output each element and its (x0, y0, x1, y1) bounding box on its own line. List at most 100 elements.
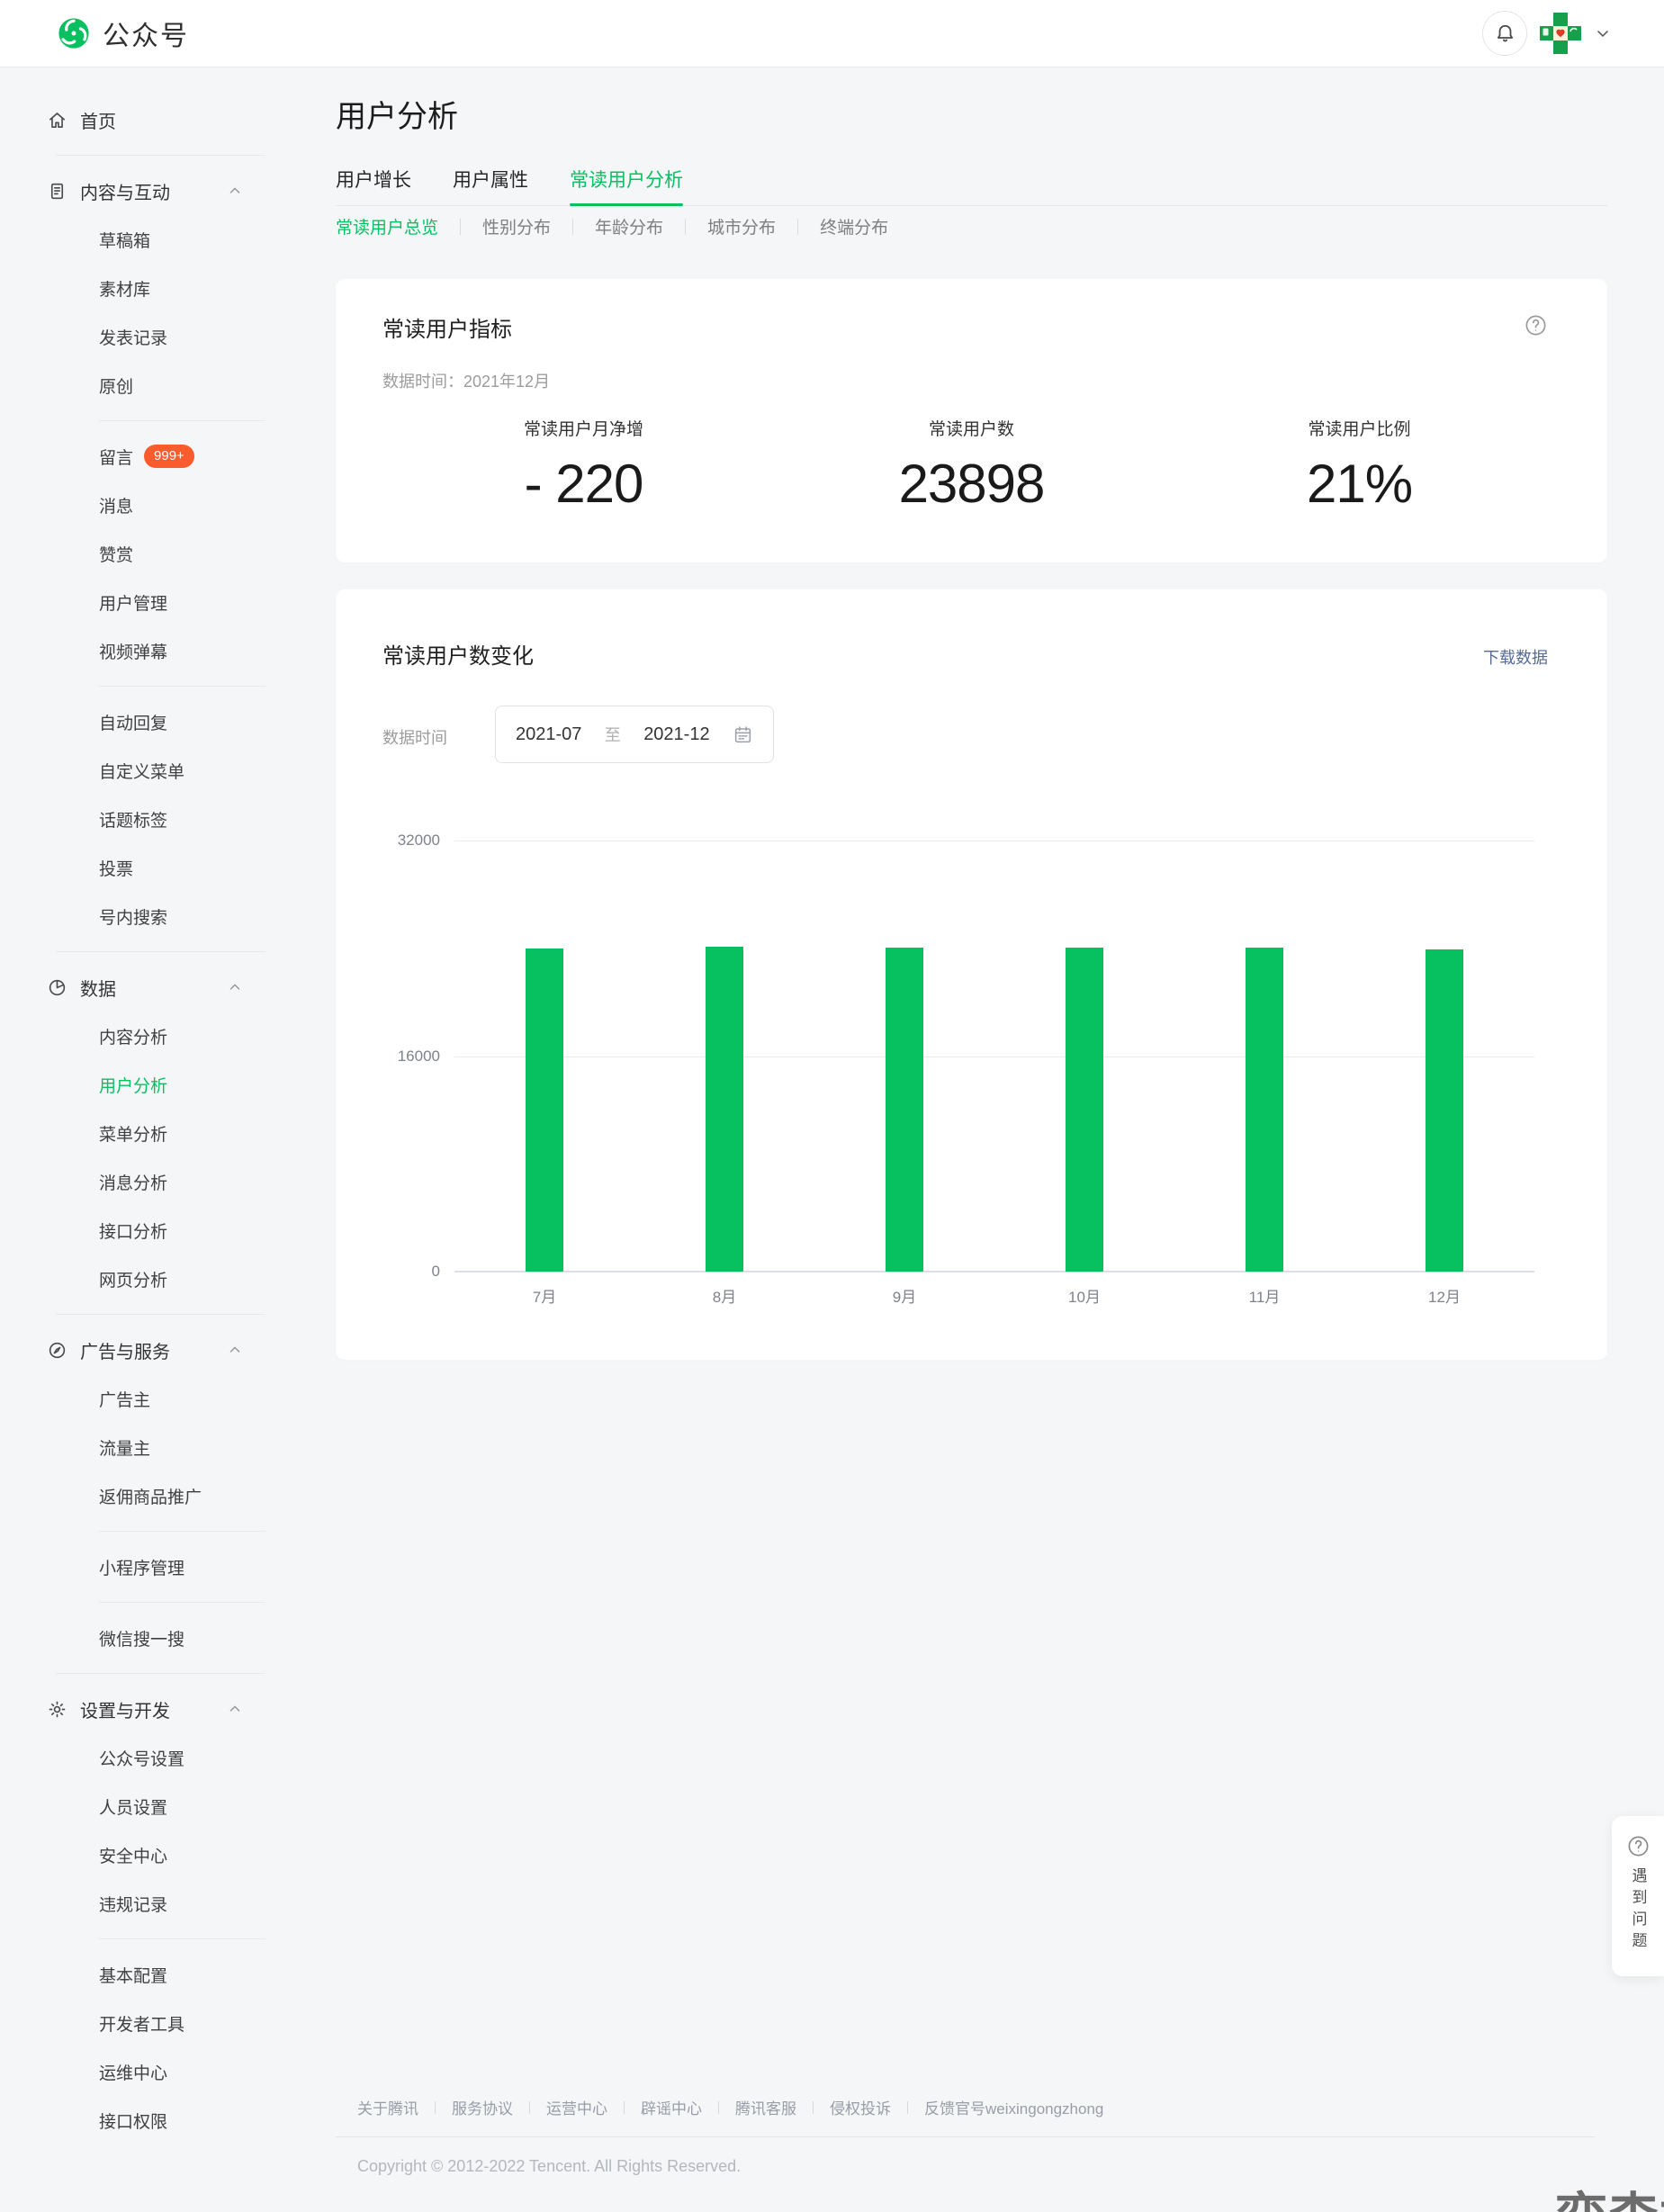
subtab-3[interactable]: 城市分布 (707, 214, 776, 238)
tab-0[interactable]: 用户增长 (336, 166, 411, 193)
data-time: 数据时间：2021年12月 (382, 369, 550, 392)
sidebar-item-data-4[interactable]: 接口分析 (0, 1206, 266, 1254)
help-floating-button[interactable]: 遇到问题 (1612, 1816, 1664, 1976)
sidebar-section-data[interactable]: 数据 (0, 963, 266, 1012)
sidebar-section-content-interaction[interactable]: 内容与互动 (0, 166, 266, 215)
sidebar-item-data-2[interactable]: 菜单分析 (0, 1109, 266, 1157)
sidebar-item-label: 投票 (99, 856, 133, 880)
chart-bar-3 (1066, 948, 1103, 1272)
sidebar-item-label: 菜单分析 (99, 1121, 167, 1146)
content-icon (47, 181, 67, 202)
x-axis-label-5: 12月 (1428, 1284, 1461, 1307)
sidebar-item-content-interaction-0[interactable]: 草稿箱 (0, 215, 266, 264)
sidebar-group-divider (56, 1314, 265, 1315)
calendar-icon[interactable] (733, 724, 753, 745)
footer-link-3[interactable]: 辟谣中心 (641, 2096, 702, 2118)
sidebar-item-data-5[interactable]: 网页分析 (0, 1254, 266, 1303)
chart-card-title: 常读用户数变化 (382, 638, 534, 670)
sidebar-item-settings-dev-3[interactable]: 违规记录 (0, 1879, 266, 1928)
sidebar-item-data-0[interactable]: 内容分析 (0, 1012, 266, 1060)
footer-link-0[interactable]: 关于腾讯 (357, 2096, 418, 2118)
subtab-4[interactable]: 终端分布 (820, 214, 888, 238)
metric-value: - 220 (390, 453, 778, 515)
sidebar-item-data-1[interactable]: 用户分析 (0, 1060, 266, 1109)
subtab-0[interactable]: 常读用户总览 (336, 214, 438, 238)
footer-link-6[interactable]: 反馈官号weixingongzhong (924, 2096, 1103, 2118)
sidebar-divider (99, 1531, 265, 1532)
sidebar-group-divider (56, 951, 265, 952)
sidebar-item-content-interaction-12[interactable]: 自定义菜单 (0, 746, 266, 795)
sidebar-item-ads-services-4[interactable]: 小程序管理 (0, 1542, 266, 1591)
sidebar-item-settings-dev-6[interactable]: 开发者工具 (0, 1999, 266, 2047)
sidebar-section-ads-services[interactable]: 广告与服务 (0, 1326, 266, 1374)
sidebar-item-content-interaction-2[interactable]: 发表记录 (0, 312, 266, 361)
sidebar-item-ads-services-2[interactable]: 返佣商品推广 (0, 1471, 266, 1520)
tab-1[interactable]: 用户属性 (453, 166, 528, 193)
sidebar-section-home[interactable]: 首页 (0, 95, 266, 144)
sidebar-item-content-interaction-11[interactable]: 自动回复 (0, 697, 266, 746)
subtab-1[interactable]: 性别分布 (482, 214, 551, 238)
sidebar-item-content-interaction-7[interactable]: 赞赏 (0, 529, 266, 578)
sidebar-item-data-3[interactable]: 消息分析 (0, 1157, 266, 1206)
unread-count-badge: 999+ (144, 445, 194, 468)
account-avatar[interactable] (1539, 12, 1582, 55)
chevron-down-icon[interactable] (1594, 24, 1612, 42)
header-actions (1482, 11, 1612, 56)
sidebar-item-ads-services-6[interactable]: 微信搜一搜 (0, 1614, 266, 1662)
sidebar-item-label: 开发者工具 (99, 2011, 184, 2036)
footer-link-1[interactable]: 服务协议 (452, 2096, 513, 2118)
help-icon[interactable] (1524, 313, 1548, 337)
sidebar-item-content-interaction-9[interactable]: 视频弹幕 (0, 626, 266, 675)
sidebar-item-settings-dev-8[interactable]: 接口权限 (0, 2096, 266, 2145)
date-range-picker[interactable]: 2021-07 至 2021-12 (495, 706, 774, 763)
chevron-up-icon (227, 1342, 243, 1358)
sidebar-item-content-interaction-13[interactable]: 话题标签 (0, 795, 266, 843)
metric-label: 常读用户月净增 (390, 416, 778, 440)
sidebar-item-ads-services-0[interactable]: 广告主 (0, 1374, 266, 1423)
sidebar-group-divider (56, 155, 265, 156)
sidebar-item-label: 返佣商品推广 (99, 1484, 202, 1508)
sidebar-group-divider (56, 1673, 265, 1674)
sidebar-section-label: 设置与开发 (80, 1696, 170, 1722)
bar-chart: 016000320007月8月9月10月11月12月 (454, 841, 1534, 1272)
sidebar-item-content-interaction-15[interactable]: 号内搜索 (0, 892, 266, 940)
sidebar-item-content-interaction-5[interactable]: 留言 999+ (0, 432, 266, 481)
metric-1: 常读用户数23898 (778, 416, 1165, 515)
footer-link-5[interactable]: 侵权投诉 (830, 2096, 891, 2118)
sidebar-item-content-interaction-6[interactable]: 消息 (0, 481, 266, 529)
subtab-2[interactable]: 年龄分布 (595, 214, 663, 238)
sidebar-item-content-interaction-8[interactable]: 用户管理 (0, 578, 266, 626)
sidebar-item-content-interaction-14[interactable]: 投票 (0, 843, 266, 892)
sidebar-item-label: 赞赏 (99, 542, 133, 566)
download-data-link[interactable]: 下载数据 (1483, 645, 1548, 669)
sidebar-item-settings-dev-7[interactable]: 运维中心 (0, 2047, 266, 2096)
sidebar-item-settings-dev-2[interactable]: 安全中心 (0, 1830, 266, 1879)
sidebar-item-ads-services-1[interactable]: 流量主 (0, 1423, 266, 1471)
chevron-up-icon (227, 1701, 243, 1717)
date-range-start[interactable]: 2021-07 (516, 724, 581, 745)
sidebar-divider (99, 420, 265, 421)
footer-divider-line (336, 2136, 1595, 2137)
footer-link-2[interactable]: 运营中心 (546, 2096, 607, 2118)
sidebar-item-settings-dev-0[interactable]: 公众号设置 (0, 1733, 266, 1782)
sidebar-item-label: 用户分析 (99, 1073, 167, 1097)
sidebar-item-label: 留言 (99, 445, 133, 469)
date-range-end[interactable]: 2021-12 (643, 724, 709, 745)
y-axis-label: 16000 (398, 1048, 440, 1066)
sidebar-item-settings-dev-1[interactable]: 人员设置 (0, 1782, 266, 1830)
sidebar-item-settings-dev-5[interactable]: 基本配置 (0, 1950, 266, 1999)
sidebar-item-content-interaction-1[interactable]: 素材库 (0, 264, 266, 312)
sidebar-item-content-interaction-3[interactable]: 原创 (0, 361, 266, 409)
sidebar-item-label: 接口分析 (99, 1218, 167, 1243)
sidebar-section-settings-dev[interactable]: 设置与开发 (0, 1685, 266, 1733)
notifications-button[interactable] (1482, 11, 1527, 56)
sidebar-item-label: 安全中心 (99, 1843, 167, 1867)
sidebar-item-label: 号内搜索 (99, 904, 167, 929)
wechat-official-logo-icon (57, 16, 91, 50)
footer-link-4[interactable]: 腾讯客服 (735, 2096, 796, 2118)
tab-2[interactable]: 常读用户分析 (570, 166, 683, 193)
sidebar-section-label: 广告与服务 (80, 1337, 170, 1363)
sidebar-section-label: 内容与互动 (80, 178, 170, 204)
x-axis-label-2: 9月 (893, 1284, 916, 1307)
sidebar-item-label: 原创 (99, 373, 133, 398)
